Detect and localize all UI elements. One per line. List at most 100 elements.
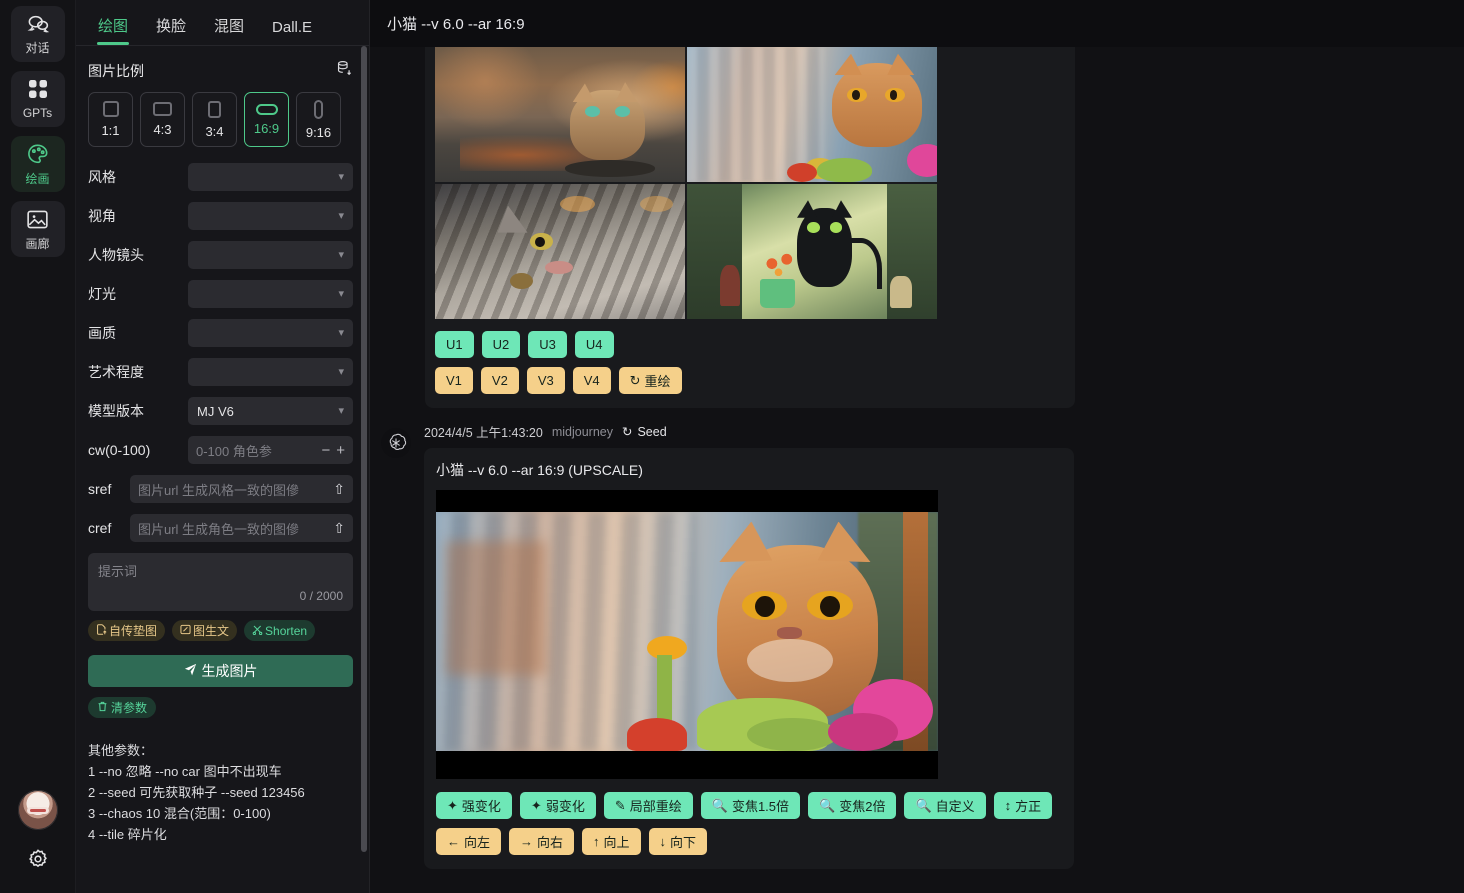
ratio-option-3-4[interactable]: 3:4 xyxy=(192,92,237,147)
field-shot: 人物镜头 ▾ xyxy=(88,241,353,269)
action-zoom-1-5x[interactable]: 🔍 变焦1.5倍 xyxy=(701,792,800,819)
ratio-label: 1:1 xyxy=(101,123,119,138)
upscaled-image[interactable] xyxy=(436,490,938,779)
chip-label: Shorten xyxy=(265,624,307,638)
field-style: 风格 ▾ xyxy=(88,163,353,191)
sidebar-item-gpts[interactable]: GPTs xyxy=(11,71,65,127)
field-cref: cref 图片url 生成角色一致的图傪 ⇧ xyxy=(88,514,353,542)
other-params-line: 4 --tile 碎片化 xyxy=(88,824,353,845)
app-root: 对话 GPTs 绘画 画廊 xyxy=(0,0,1464,893)
gear-icon[interactable] xyxy=(27,848,49,875)
sidebar-item-gallery[interactable]: 画廊 xyxy=(11,201,65,257)
action-label: 局部重绘 xyxy=(630,796,682,815)
arrow-left-icon: ← xyxy=(447,834,460,849)
sidebar-item-draw[interactable]: 绘画 xyxy=(11,136,65,192)
action-pan-left[interactable]: ← 向左 xyxy=(436,828,501,855)
action-inpaint[interactable]: ✎ 局部重绘 xyxy=(604,792,693,819)
chip-label: 自传垫图 xyxy=(109,622,157,639)
avatar[interactable] xyxy=(18,790,58,830)
action-pan-up[interactable]: ↑ 向上 xyxy=(582,828,641,855)
upload-reference-button[interactable]: 自传垫图 xyxy=(88,620,165,641)
action-zoom-2x[interactable]: 🔍 变焦2倍 xyxy=(808,792,896,819)
select-value: MJ V6 xyxy=(197,404,234,419)
generate-image-button[interactable]: 生成图片 xyxy=(88,655,353,687)
quality-select[interactable]: ▾ xyxy=(188,319,353,347)
database-download-icon[interactable] xyxy=(336,60,353,82)
message-body: 2024/4/5 上午1:43:20 midjourney ↻ Seed 小猫 … xyxy=(424,422,1464,869)
upload-file-icon xyxy=(96,624,107,638)
action-label: 向下 xyxy=(670,832,696,851)
ratio-option-9-16[interactable]: 9:16 xyxy=(296,92,341,147)
cref-input[interactable]: 图片url 生成角色一致的图傪 ⇧ xyxy=(130,514,353,542)
lighting-select[interactable]: ▾ xyxy=(188,280,353,308)
model-version-select[interactable]: MJ V6 ▾ xyxy=(188,397,353,425)
clear-params-button[interactable]: 清参数 xyxy=(88,697,156,718)
grid-image-2[interactable] xyxy=(687,47,937,182)
upload-icon[interactable]: ⇧ xyxy=(333,520,345,537)
message-title: 小猫 --v 6.0 --ar 16:9 (UPSCALE) xyxy=(436,458,1062,490)
action-strong-variation[interactable]: ✦ 强变化 xyxy=(436,792,512,819)
upscale-button-u3[interactable]: U3 xyxy=(528,331,567,358)
upscale-button-u2[interactable]: U2 xyxy=(482,331,521,358)
action-label: 向上 xyxy=(604,832,630,851)
grid-image-3[interactable] xyxy=(435,184,685,319)
style-select[interactable]: ▾ xyxy=(188,163,353,191)
action-pan-right[interactable]: → 向右 xyxy=(509,828,574,855)
tab-draw[interactable]: 绘图 xyxy=(84,15,142,45)
search-icon: 🔍 xyxy=(915,798,931,814)
tab-dalle[interactable]: Dall.E xyxy=(258,19,326,45)
sidebar-item-label: 画廊 xyxy=(25,238,49,250)
grid-image-1[interactable] xyxy=(435,47,685,182)
prompt-counter: 0 / 2000 xyxy=(300,589,343,603)
variation-button-v2[interactable]: V2 xyxy=(481,367,519,394)
action-subtle-variation[interactable]: ✦ 弱变化 xyxy=(520,792,596,819)
other-params-line: 3 --chaos 10 混合(范围：0-100) xyxy=(88,803,353,824)
cw-stepper[interactable]: 0-100 角色参 − + xyxy=(188,436,353,464)
reroll-button[interactable]: ↻ 重绘 xyxy=(619,367,682,394)
trash-icon xyxy=(97,701,108,715)
prompt-input[interactable]: 提示词 0 / 2000 xyxy=(88,553,353,611)
field-quality: 画质 ▾ xyxy=(88,319,353,347)
panel-scrollbar[interactable] xyxy=(361,46,367,852)
ratio-option-1-1[interactable]: 1:1 xyxy=(88,92,133,147)
other-params-line: 1 --no 忽略 --no car 图中不出现车 xyxy=(88,761,353,782)
cw-plus-button[interactable]: + xyxy=(336,442,345,459)
sidebar-item-chat[interactable]: 对话 xyxy=(11,6,65,62)
sidebar-item-label: 绘画 xyxy=(25,173,49,185)
ratio-option-4-3[interactable]: 4:3 xyxy=(140,92,185,147)
upscale-button-u4[interactable]: U4 xyxy=(575,331,614,358)
variation-button-v4[interactable]: V4 xyxy=(573,367,611,394)
seed-button[interactable]: ↻ Seed xyxy=(622,424,667,439)
message-bubble: U1 U2 U3 U4 V1 V2 V3 V4 ↻ 重绘 xyxy=(425,47,1075,408)
chevron-down-icon: ▾ xyxy=(338,289,344,300)
view-select[interactable]: ▾ xyxy=(188,202,353,230)
describe-button[interactable]: 图生文 xyxy=(172,620,237,641)
seed-label: Seed xyxy=(637,425,666,439)
ratio-shape xyxy=(153,102,172,116)
field-label: cref xyxy=(88,520,130,536)
variation-button-v3[interactable]: V3 xyxy=(527,367,565,394)
action-custom-zoom[interactable]: 🔍 自定义 xyxy=(904,792,985,819)
action-label: 变焦2倍 xyxy=(839,796,885,815)
ratio-option-16-9[interactable]: 16:9 xyxy=(244,92,289,147)
shot-select[interactable]: ▾ xyxy=(188,241,353,269)
prompt-placeholder: 提示词 xyxy=(98,561,343,580)
cw-minus-button[interactable]: − xyxy=(321,442,330,459)
upload-icon[interactable]: ⇧ xyxy=(333,481,345,498)
action-pan-down[interactable]: ↓ 向下 xyxy=(649,828,708,855)
ratio-shape xyxy=(256,104,278,115)
tab-faceswap[interactable]: 换脸 xyxy=(142,15,200,45)
cw-input[interactable]: 0-100 角色参 xyxy=(196,441,315,460)
tab-blend[interactable]: 混图 xyxy=(200,15,258,45)
grid-image-4[interactable] xyxy=(687,184,937,319)
variation-button-v1[interactable]: V1 xyxy=(435,367,473,394)
prompt-tools: 自传垫图 图生文 Shorten xyxy=(88,620,353,641)
sref-input[interactable]: 图片url 生成风格一致的图傪 ⇧ xyxy=(130,475,353,503)
shorten-button[interactable]: Shorten xyxy=(244,620,315,641)
field-label: 艺术程度 xyxy=(88,362,188,382)
refresh-icon: ↻ xyxy=(630,373,641,389)
message-author: midjourney xyxy=(552,425,613,439)
action-square[interactable]: ↕ 方正 xyxy=(994,792,1053,819)
upscale-button-u1[interactable]: U1 xyxy=(435,331,474,358)
artistry-select[interactable]: ▾ xyxy=(188,358,353,386)
